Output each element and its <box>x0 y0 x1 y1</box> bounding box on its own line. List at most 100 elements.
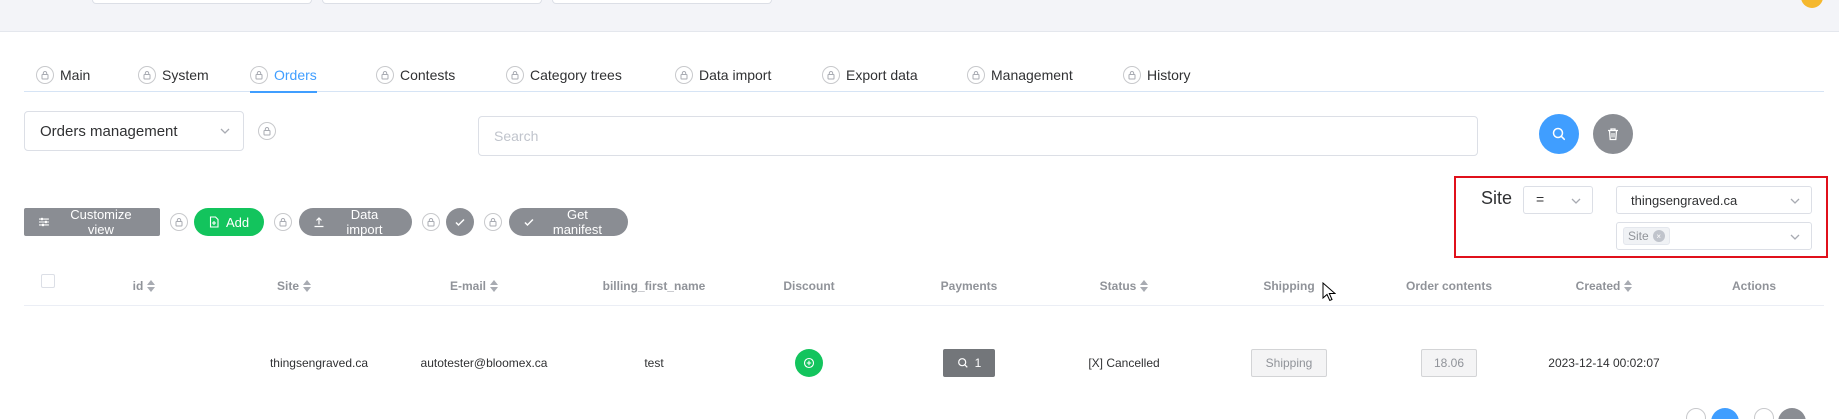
tab-label: Contests <box>400 67 456 83</box>
site-tag-label: Site <box>1628 229 1649 243</box>
add-button[interactable]: Add <box>194 208 264 236</box>
module-select[interactable]: Orders management <box>24 111 244 151</box>
filter-operator-value: = <box>1536 191 1545 207</box>
column-label: Status <box>1099 279 1137 293</box>
column-label: Created <box>1575 279 1621 293</box>
cell-billing-first-name: test <box>644 356 664 370</box>
filter-value-select[interactable]: thingsengraved.ca <box>1616 186 1812 214</box>
get-manifest-button[interactable]: Get manifest <box>509 207 628 237</box>
cell-created: 2023-12-14 00:02:07 <box>1548 356 1660 370</box>
tab-contests[interactable]: Contests <box>376 58 455 92</box>
site-multiselect[interactable]: Site × <box>1616 222 1812 250</box>
plus-circle-icon <box>803 357 815 369</box>
sort-icon[interactable] <box>490 280 498 292</box>
header-field-2[interactable] <box>322 0 542 4</box>
sort-icon[interactable] <box>1140 280 1149 292</box>
tab-export-data[interactable]: Export data <box>822 58 918 92</box>
column-header-id[interactable]: id <box>114 266 174 306</box>
module-select-value: Orders management <box>40 122 178 140</box>
column-header-status[interactable]: Status <box>1064 266 1184 306</box>
column-label: Order contents <box>1405 279 1492 293</box>
edit-button[interactable] <box>1711 408 1739 419</box>
lock-icon[interactable] <box>138 66 156 84</box>
lock-icon[interactable] <box>36 66 54 84</box>
user-avatar[interactable] <box>1801 0 1823 8</box>
chevron-down-icon <box>220 128 230 134</box>
header-field-1[interactable] <box>92 0 312 4</box>
data-import-label: Data import <box>346 207 383 237</box>
header-field-3[interactable] <box>552 0 772 4</box>
column-label: Discount <box>783 279 835 293</box>
tab-label: Category trees <box>530 67 622 83</box>
upload-icon <box>314 217 324 228</box>
table-header: id Site E-mail billing_first_name Discou… <box>24 266 1824 306</box>
tab-system[interactable]: System <box>138 58 209 92</box>
payments-button[interactable]: 1 <box>942 349 996 377</box>
search-input[interactable] <box>478 116 1478 156</box>
check-icon <box>455 218 465 227</box>
sort-icon[interactable] <box>1624 280 1633 292</box>
tab-label: Export data <box>846 67 918 83</box>
lock-icon[interactable] <box>506 66 524 84</box>
tab-history[interactable]: History <box>1123 58 1191 92</box>
cell-order-contents: 18.06 <box>1389 340 1509 386</box>
lock-icon[interactable] <box>675 66 693 84</box>
lock-icon[interactable] <box>822 66 840 84</box>
discount-button[interactable] <box>795 349 823 377</box>
site-filter-panel: Site = thingsengraved.ca Site × <box>1454 176 1828 258</box>
tab-management[interactable]: Management <box>967 58 1073 92</box>
get-manifest-label: Get manifest <box>552 207 603 237</box>
column-header-payments: Payments <box>909 266 1029 306</box>
close-icon[interactable]: × <box>1652 230 1665 242</box>
search-icon <box>957 358 968 368</box>
lock-icon[interactable] <box>484 213 502 231</box>
chevron-down-icon <box>1790 234 1800 240</box>
column-header-discount: Discount <box>749 266 869 306</box>
column-label: id <box>132 279 144 293</box>
table-row[interactable]: thingsengraved.ca autotester@bloomex.ca … <box>24 340 1824 386</box>
filter-value: thingsengraved.ca <box>1631 193 1738 208</box>
column-header-created[interactable]: Created <box>1534 266 1674 306</box>
cell-email: autotester@bloomex.ca <box>420 356 548 370</box>
filter-field-label: Site <box>1481 188 1513 208</box>
tab-bar: Main System Orders Contests Category tre… <box>24 58 1824 93</box>
tab-label: History <box>1147 67 1191 83</box>
filter-operator-select[interactable]: = <box>1523 186 1593 214</box>
order-contents-button[interactable]: 18.06 <box>1420 349 1478 377</box>
data-import-button[interactable]: Data import <box>299 207 412 237</box>
trash-icon <box>1608 128 1618 141</box>
lock-icon[interactable] <box>1123 66 1141 84</box>
lock-icon[interactable] <box>258 122 276 140</box>
lock-icon[interactable] <box>170 213 188 231</box>
tab-label: Main <box>60 67 91 83</box>
cell-status: [X] Cancelled <box>1088 356 1160 370</box>
shipping-button[interactable]: Shipping <box>1250 349 1328 377</box>
cell-site: thingsengraved.ca <box>269 356 369 370</box>
column-label: Site <box>276 279 299 293</box>
lock-icon[interactable] <box>274 213 292 231</box>
tab-orders[interactable]: Orders <box>250 58 317 93</box>
customize-view-button[interactable]: Customize view <box>24 207 160 237</box>
column-header-site[interactable]: Site <box>234 266 354 306</box>
chevron-down-icon <box>1790 198 1800 204</box>
lock-icon[interactable] <box>250 66 268 84</box>
lock-icon[interactable] <box>376 66 394 84</box>
tab-category-trees[interactable]: Category trees <box>506 58 622 92</box>
column-label: billing_first_name <box>602 279 706 293</box>
site-tag: Site × <box>1623 227 1670 245</box>
column-label: Actions <box>1731 279 1776 293</box>
search-button[interactable] <box>1539 114 1579 154</box>
tab-label: Orders <box>274 67 317 83</box>
sort-icon[interactable] <box>303 280 311 292</box>
delete-button[interactable] <box>1778 408 1806 419</box>
tab-main[interactable]: Main <box>36 58 90 92</box>
tab-data-import[interactable]: Data import <box>675 58 771 92</box>
lock-icon[interactable] <box>967 66 985 84</box>
lock-icon[interactable] <box>1686 408 1706 419</box>
sort-icon[interactable] <box>147 280 156 292</box>
lock-icon[interactable] <box>1754 408 1774 419</box>
column-header-email[interactable]: E-mail <box>399 266 549 306</box>
confirm-button[interactable] <box>446 208 474 236</box>
lock-icon[interactable] <box>422 213 440 231</box>
clear-button[interactable] <box>1593 114 1633 154</box>
